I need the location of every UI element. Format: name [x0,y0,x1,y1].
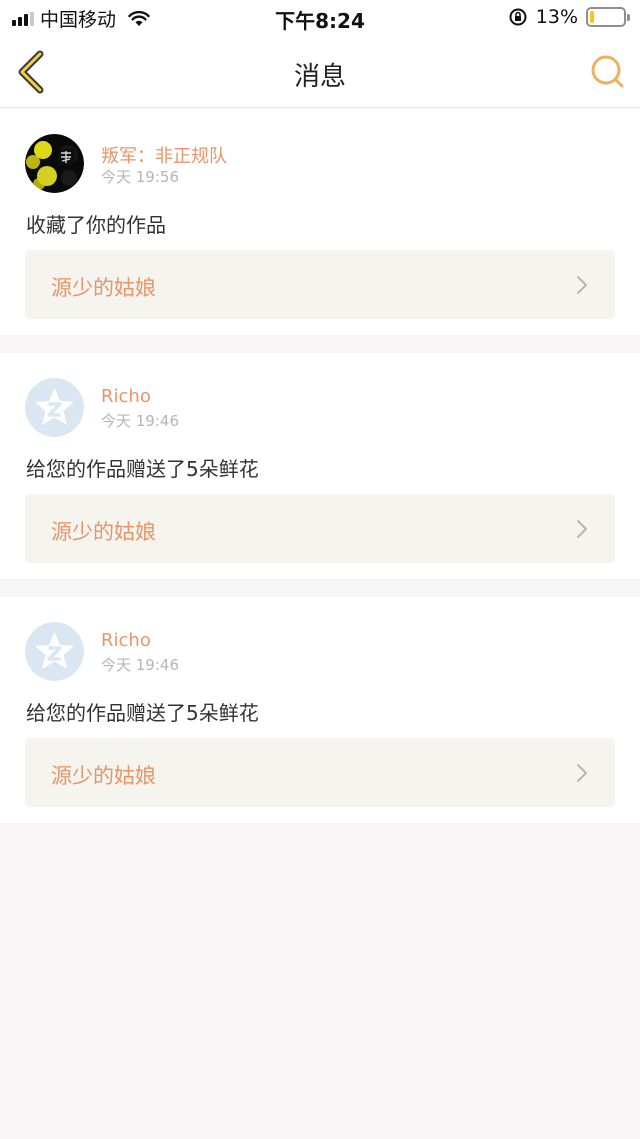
work-link[interactable]: 源少的姑娘 [25,494,615,563]
page-title: 消息 [293,62,346,92]
work-title: 源少的姑娘 [51,276,156,300]
work-link[interactable]: 源少的姑娘 [25,250,615,319]
message-list: 叛军：非正规队 今天 19:56 收藏了你的作品 源少的姑娘 Richo 今天 … [0,109,640,841]
chevron-right-icon [577,764,587,782]
username[interactable]: Richo [101,386,151,407]
message-text: 给您的作品赠送了5朵鲜花 [26,701,259,725]
message-text: 给您的作品赠送了5朵鲜花 [26,457,259,481]
timestamp: 今天 19:46 [101,412,179,430]
search-button[interactable] [588,52,628,92]
search-icon [591,55,624,88]
work-link[interactable]: 源少的姑娘 [25,738,615,807]
status-right: 13% [508,6,630,28]
nav-bar: 消息 [0,36,640,108]
username[interactable]: Richo [101,630,151,651]
timestamp: 今天 19:46 [101,656,179,674]
message-text: 收藏了你的作品 [26,213,166,237]
work-title: 源少的姑娘 [51,520,156,544]
username[interactable]: 叛军：非正规队 [101,142,227,168]
work-title: 源少的姑娘 [51,764,156,788]
orientation-lock-icon [509,8,527,26]
avatar[interactable] [25,134,84,193]
avatar[interactable] [25,378,84,437]
message-card: Richo 今天 19:46 给您的作品赠送了5朵鲜花 源少的姑娘 [0,597,640,823]
battery-fill [590,11,594,23]
timestamp: 今天 19:56 [101,168,179,186]
battery-icon [586,7,630,27]
message-card: 叛军：非正规队 今天 19:56 收藏了你的作品 源少的姑娘 [0,109,640,335]
chevron-right-icon [577,276,587,294]
battery-percent: 13% [535,6,578,28]
message-card: Richo 今天 19:46 给您的作品赠送了5朵鲜花 源少的姑娘 [0,353,640,579]
chevron-right-icon [577,520,587,538]
status-bar: 中国移动 下午8:24 13% [0,0,640,36]
avatar[interactable] [25,622,84,681]
